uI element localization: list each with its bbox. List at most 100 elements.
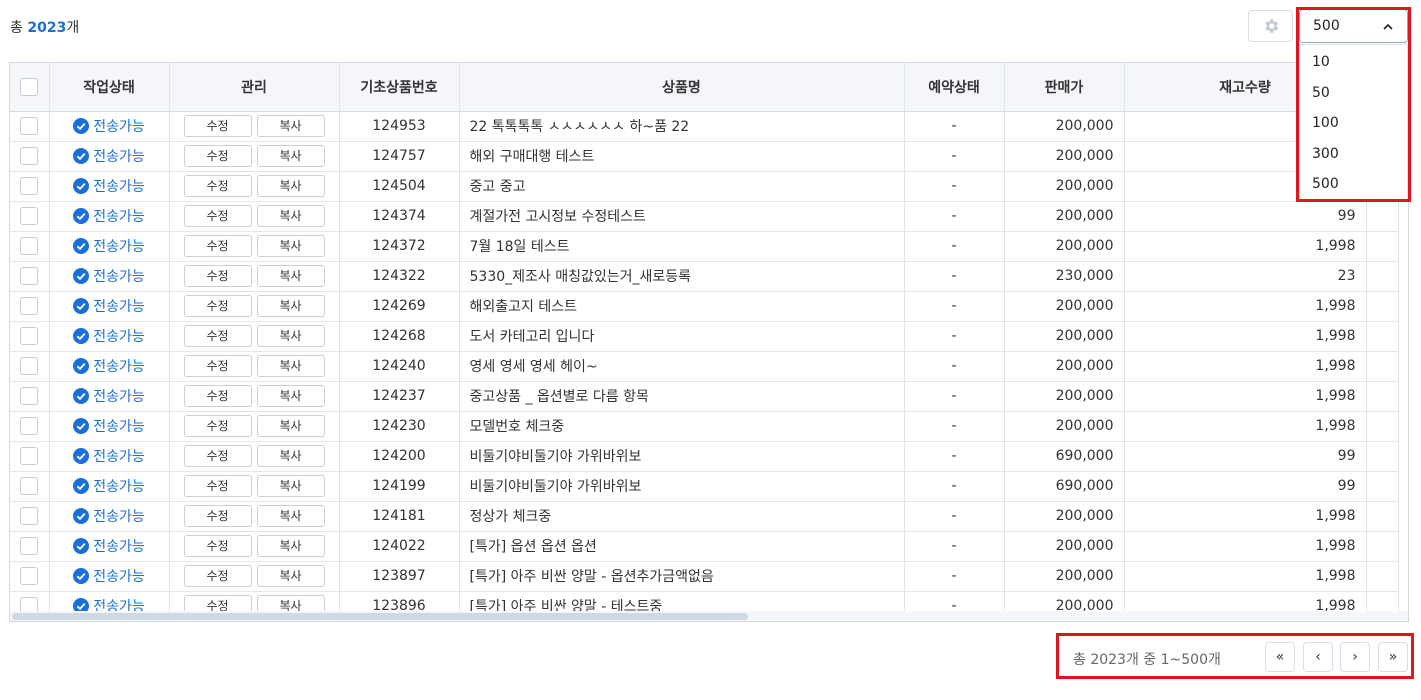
total-count: 총 2023개 [10,17,79,37]
edit-button[interactable]: 수정 [183,235,252,257]
copy-button[interactable]: 복사 [256,415,325,437]
copy-button[interactable]: 복사 [256,565,325,587]
page-size-option[interactable]: 500 [1300,169,1407,200]
edit-button[interactable]: 수정 [183,295,252,317]
base-product-number-cell: 124200 [339,441,460,472]
table-row[interactable]: 전송가능 수정 복사 124022 [특가] 옵션 옵션 옵션 -200,000 1,998 [10,531,1399,562]
header-product-name[interactable]: 상품명 [459,63,905,112]
edit-button[interactable]: 수정 [183,385,252,407]
row-select-cell [10,261,50,292]
copy-button[interactable]: 복사 [256,205,325,227]
copy-button[interactable]: 복사 [256,535,325,557]
table-row[interactable]: 전송가능 수정 복사 124269 해외출고지 테스트 -200,000 1,998 [10,291,1399,322]
edit-button[interactable]: 수정 [183,265,252,287]
table-row[interactable]: 전송가능 수정 복사 124199 비둘기야비둘기야 가위바위보 -690,000 99 [10,471,1399,502]
copy-button[interactable]: 복사 [256,385,325,407]
table-row[interactable]: 전송가능 수정 복사 123897 [특가] 아주 비싼 양말 - 옵션추가금액없음 -2… [10,561,1399,592]
copy-button[interactable]: 복사 [256,355,325,377]
row-checkbox[interactable] [20,357,39,375]
select-all-checkbox[interactable] [20,77,39,96]
row-checkbox[interactable] [20,117,39,135]
copy-button[interactable]: 복사 [256,115,325,137]
row-checkbox[interactable] [20,267,39,285]
row-checkbox[interactable] [20,177,39,195]
reservation-status-cell: - [904,201,1005,232]
row-checkbox[interactable] [20,297,39,315]
table-row[interactable]: 전송가능 수정 복사 124181 정상가 체크중 -200,000 1,998 [10,501,1399,532]
header-manage[interactable]: 관리 [169,63,340,112]
table-row[interactable]: 전송가능 수정 복사 124757 해외 구매대행 테스트 -200,000 [10,141,1399,172]
extra-cell [1366,291,1399,322]
product-name-cell: 모델번호 체크중 [459,411,905,442]
edit-button[interactable]: 수정 [183,145,252,167]
next-page-button[interactable]: › [1340,642,1370,672]
copy-button[interactable]: 복사 [256,325,325,347]
table-row[interactable]: 전송가능 수정 복사 124200 비둘기야비둘기야 가위바위보 -690,000 99 [10,441,1399,472]
table-row[interactable]: 전송가능 수정 복사 124237 중고상품 _ 옵션별로 다름 항목 -200,000 1… [10,381,1399,412]
page-size-select[interactable]: 500 [1299,9,1408,43]
edit-button[interactable]: 수정 [183,475,252,497]
horizontal-scrollbar[interactable] [10,611,1408,621]
copy-button[interactable]: 복사 [256,145,325,167]
edit-button[interactable]: 수정 [183,175,252,197]
edit-button[interactable]: 수정 [183,115,252,137]
row-checkbox[interactable] [20,447,39,465]
row-checkbox[interactable] [20,327,39,345]
status-badge: 전송가능 [73,448,145,465]
product-name-cell: 5330_제조사 매칭값있는거_새로등록 [459,261,905,292]
copy-button[interactable]: 복사 [256,505,325,527]
header-reservation-status[interactable]: 예약상태 [904,63,1005,112]
row-checkbox[interactable] [20,477,39,495]
copy-button[interactable]: 복사 [256,175,325,197]
copy-button[interactable]: 복사 [256,445,325,467]
table-row[interactable]: 전송가능 수정 복사 124240 영세 영세 영세 헤이~ -200,000 1,998 [10,351,1399,382]
row-checkbox[interactable] [20,237,39,255]
edit-button[interactable]: 수정 [183,505,252,527]
product-name-cell: 계절가전 고시정보 수정테스트 [459,201,905,232]
stock-cell: 1,998 [1124,501,1367,532]
prev-page-button[interactable]: ‹ [1303,642,1333,672]
edit-button[interactable]: 수정 [183,535,252,557]
edit-button[interactable]: 수정 [183,415,252,437]
page-size-value: 500 [1313,18,1340,34]
first-page-button[interactable]: « [1265,642,1295,672]
row-checkbox[interactable] [20,147,39,165]
row-checkbox[interactable] [20,417,39,435]
row-checkbox[interactable] [20,207,39,225]
header-base-product-number[interactable]: 기초상품번호 [339,63,460,112]
table-row[interactable]: 전송가능 수정 복사 124322 5330_제조사 매칭값있는거_새로등록 -230,0… [10,261,1399,292]
row-checkbox[interactable] [20,507,39,525]
chevron-right-icon: › [1352,649,1358,665]
manage-cell: 수정 복사 [169,201,340,232]
copy-button[interactable]: 복사 [256,295,325,317]
page-size-option[interactable]: 50 [1300,78,1407,109]
settings-button[interactable] [1248,10,1293,42]
edit-button[interactable]: 수정 [183,445,252,467]
table-row[interactable]: 전송가능 수정 복사 124268 도서 카테고리 입니다 -200,000 1,998 [10,321,1399,352]
table-body: 전송가능 수정 복사 124953 22 톡톡톡톡 ㅅㅅㅅㅅㅅㅅ 하~품 22-200,… [10,111,1399,621]
header-price[interactable]: 판매가 [1004,63,1125,112]
edit-button[interactable]: 수정 [183,565,252,587]
edit-button[interactable]: 수정 [183,205,252,227]
manage-cell: 수정 복사 [169,411,340,442]
extra-cell [1366,411,1399,442]
copy-button[interactable]: 복사 [256,265,325,287]
last-page-button[interactable]: » [1378,642,1408,672]
header-status[interactable]: 작업상태 [49,63,170,112]
copy-button[interactable]: 복사 [256,475,325,497]
table-row[interactable]: 전송가능 수정 복사 124374 계절가전 고시정보 수정테스트 -200,000 99 [10,201,1399,232]
copy-button[interactable]: 복사 [256,235,325,257]
table-row[interactable]: 전송가능 수정 복사 124372 7월 18일 테스트 -200,000 1,998 [10,231,1399,262]
scrollbar-thumb[interactable] [12,613,748,620]
table-row[interactable]: 전송가능 수정 복사 124230 모델번호 체크중 -200,000 1,998 [10,411,1399,442]
page-size-option[interactable]: 10 [1300,47,1407,78]
edit-button[interactable]: 수정 [183,325,252,347]
table-row[interactable]: 전송가능 수정 복사 124953 22 톡톡톡톡 ㅅㅅㅅㅅㅅㅅ 하~품 22-200,… [10,111,1399,142]
page-size-option[interactable]: 100 [1300,108,1407,139]
row-checkbox[interactable] [20,567,39,585]
row-checkbox[interactable] [20,537,39,555]
page-size-option[interactable]: 300 [1300,139,1407,170]
row-checkbox[interactable] [20,387,39,405]
edit-button[interactable]: 수정 [183,355,252,377]
table-row[interactable]: 전송가능 수정 복사 124504 중고 중고 -200,000 [10,171,1399,202]
